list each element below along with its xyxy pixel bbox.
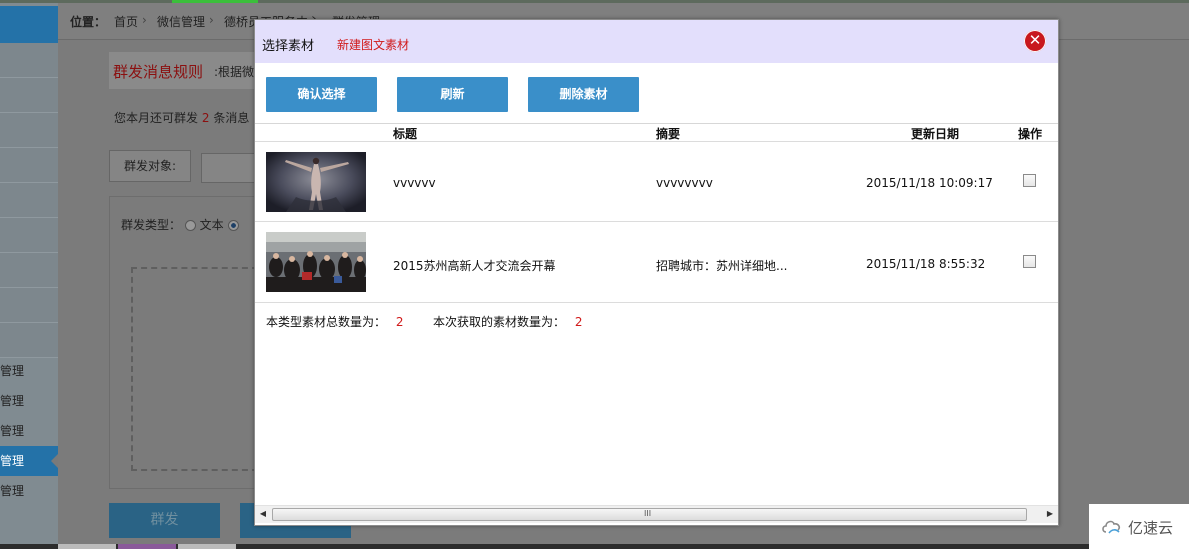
taskbar-item[interactable] [178, 544, 236, 549]
breadcrumb-sep: › [142, 13, 147, 27]
breadcrumb-section[interactable]: 微信管理 [157, 13, 205, 30]
quota-count: 2 [201, 111, 210, 125]
row-title: 2015苏州高新人才交流会开幕 [393, 259, 556, 273]
confirm-select-button[interactable]: 确认选择 [266, 77, 377, 112]
row-summary: vvvvvvvv [656, 176, 713, 190]
dancer-photo [266, 152, 366, 212]
sidebar: 管理 管理 管理 管理 管理 [0, 3, 58, 544]
column-header-updated: 更新日期 [911, 127, 960, 141]
sidebar-item[interactable]: 管理 [0, 386, 58, 416]
row-title: vvvvvv [393, 176, 436, 190]
sidebar-row[interactable] [0, 288, 58, 323]
breadcrumb-home[interactable]: 首页 [114, 13, 138, 30]
row-updated: 2015/11/18 8:55:32 [866, 257, 986, 271]
radio-news-icon[interactable] [227, 220, 239, 231]
type-panel: 群发类型： 文本 [109, 196, 258, 489]
target-select[interactable] [201, 153, 257, 183]
quota-suffix: 条消息 [213, 111, 250, 125]
quota-prefix: 您本月还可群发 [114, 111, 199, 125]
total-count-value: 2 [395, 315, 404, 329]
close-icon[interactable]: ✕ [1024, 30, 1046, 52]
sidebar-header [0, 6, 58, 43]
sidebar-item[interactable]: 管理 [0, 416, 58, 446]
sidebar-item[interactable]: 管理 [0, 356, 58, 386]
type-label: 群发类型： 文本 [121, 216, 239, 233]
scrollbar-thumb[interactable]: III [272, 508, 1027, 521]
select-material-dialog: 选择素材 新建图文素材 ✕ 确认选择 刷新 删除素材 标题 摘要 更新日期 操作… [254, 19, 1059, 526]
send-button[interactable]: 群发 [109, 503, 220, 538]
type-label-text: 群发类型： [121, 218, 182, 232]
watermark-text: 亿速云 [1128, 519, 1174, 537]
sidebar-row[interactable] [0, 323, 58, 358]
new-material-link[interactable]: 新建图文素材 [337, 36, 409, 53]
dialog-header: 选择素材 新建图文素材 ✕ [255, 20, 1058, 63]
row-divider [255, 221, 1058, 222]
breadcrumb-sep: › [209, 13, 214, 27]
horizontal-scrollbar[interactable]: ◀ III ▶ [255, 505, 1058, 523]
fetched-count-label: 本次获取的素材数量为： [433, 315, 566, 329]
rules-card: 群发消息规则 :根据微 [109, 52, 254, 89]
table-divider [255, 123, 1058, 124]
sidebar-row[interactable] [0, 253, 58, 288]
column-header-summary: 摘要 [656, 127, 681, 141]
column-header-action: 操作 [1018, 127, 1043, 141]
dialog-title: 选择素材 [262, 39, 315, 54]
scroll-left-icon[interactable]: ◀ [258, 509, 268, 519]
sidebar-row[interactable] [0, 43, 58, 78]
sidebar-row[interactable] [0, 183, 58, 218]
scrollbar-grip: III [644, 509, 652, 518]
row-divider [255, 302, 1058, 303]
row-checkbox[interactable] [1023, 255, 1036, 268]
radio-text-label: 文本 [199, 218, 224, 232]
total-count-label: 本类型素材总数量为： [266, 315, 387, 329]
radio-text-icon[interactable] [184, 220, 196, 231]
row-updated: 2015/11/18 10:09:17 [866, 176, 993, 190]
row-summary: 招聘城市：苏州详细地... [656, 259, 788, 273]
cloud-logo-icon [1102, 520, 1121, 534]
sidebar-row[interactable] [0, 148, 58, 183]
total-count: 本类型素材总数量为： 2 [266, 313, 403, 330]
target-label: 群发对象: [109, 150, 191, 182]
header-divider [255, 141, 1058, 142]
delete-material-button[interactable]: 删除素材 [528, 77, 639, 112]
content-dropzone[interactable] [131, 267, 258, 471]
rules-text: :根据微 [214, 65, 255, 79]
quota-text: 您本月还可群发 2 条消息 [114, 109, 249, 126]
taskbar-item[interactable] [118, 544, 176, 549]
watermark: 亿速云 [1089, 504, 1189, 549]
sidebar-item-active[interactable]: 管理 [0, 446, 58, 476]
sidebar-row[interactable] [0, 218, 58, 253]
sidebar-row[interactable] [0, 78, 58, 113]
sidebar-item[interactable]: 管理 [0, 476, 58, 506]
row-checkbox[interactable] [1023, 174, 1036, 187]
breadcrumb-label: 位置： [70, 15, 107, 29]
refresh-button[interactable]: 刷新 [397, 77, 508, 112]
fetched-count-value: 2 [574, 315, 583, 329]
scroll-right-icon[interactable]: ▶ [1045, 509, 1055, 519]
column-header-title: 标题 [393, 127, 418, 141]
taskbar [0, 544, 1189, 549]
rules-title: 群发消息规则 [113, 63, 204, 81]
fetched-count: 本次获取的素材数量为： 2 [433, 313, 582, 330]
sidebar-row[interactable] [0, 113, 58, 148]
crowd-photo [266, 232, 366, 292]
taskbar-item[interactable] [58, 544, 116, 549]
